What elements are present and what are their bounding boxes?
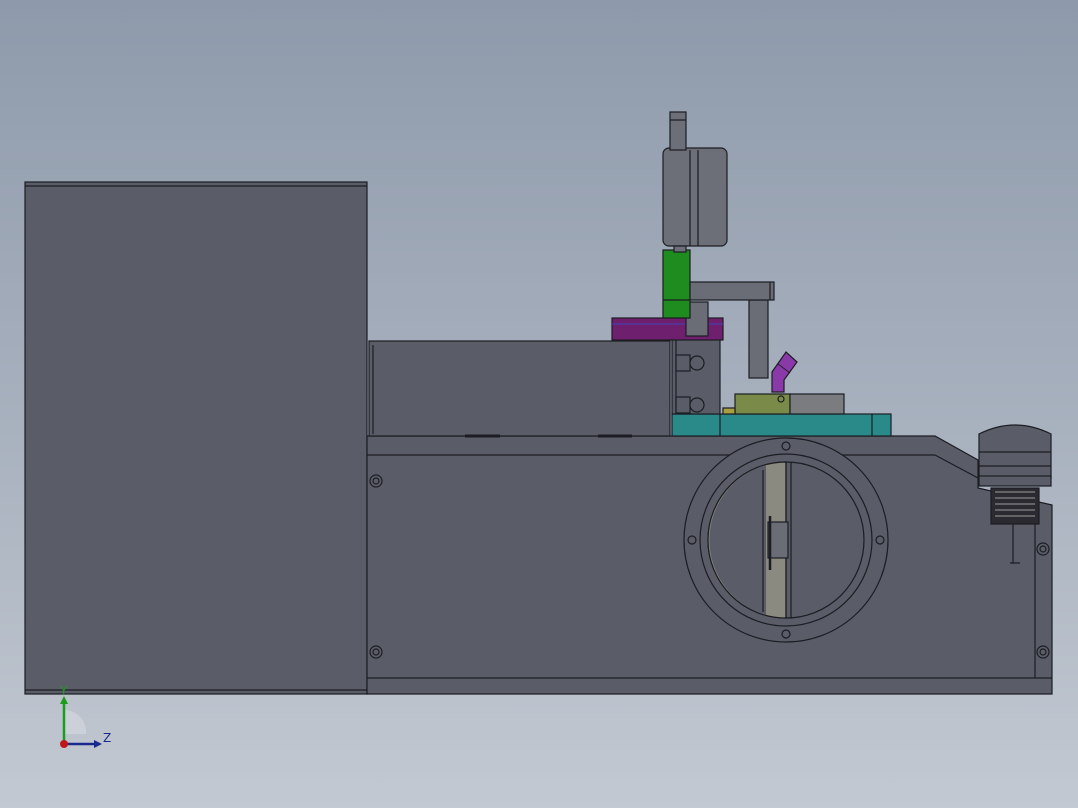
teal-base-plate[interactable] xyxy=(671,413,892,437)
dial-gauge[interactable] xyxy=(662,111,728,253)
housing-screw xyxy=(1036,645,1050,659)
horizontal-arm[interactable] xyxy=(689,281,775,301)
middle-upper-block[interactable] xyxy=(368,340,671,438)
housing-screw xyxy=(1036,542,1050,556)
graphics-viewport[interactable]: Y Z xyxy=(0,0,1078,808)
triad-origin xyxy=(60,740,68,748)
olive-slide-block[interactable] xyxy=(722,393,845,415)
vertical-rod[interactable] xyxy=(748,299,769,379)
view-orientation-triad[interactable]: Y Z xyxy=(52,684,122,754)
z-axis-label: Z xyxy=(103,731,112,745)
knob-cap[interactable] xyxy=(978,424,1052,487)
clamp-block[interactable] xyxy=(671,335,721,415)
porthole-window[interactable] xyxy=(683,437,889,643)
left-enclosure-box[interactable] xyxy=(24,181,368,695)
green-block[interactable] xyxy=(662,249,691,319)
housing-screw xyxy=(369,645,383,659)
housing-screw xyxy=(369,474,383,488)
y-axis-label: Y xyxy=(60,684,68,698)
cad-model-view[interactable] xyxy=(0,0,1078,808)
magenta-pipe[interactable] xyxy=(771,351,798,393)
